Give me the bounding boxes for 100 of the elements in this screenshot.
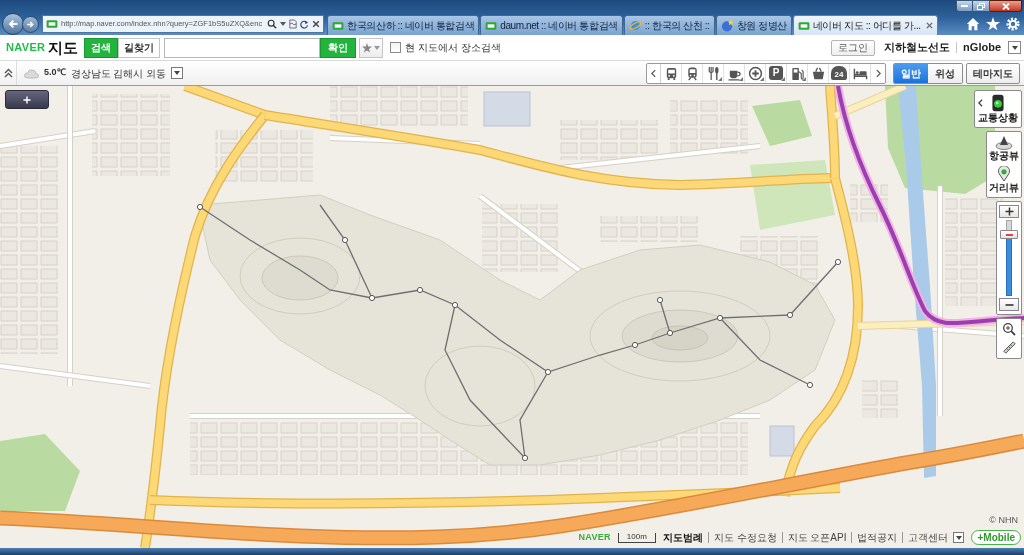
dropdown-button[interactable]: [953, 532, 965, 543]
waypoint-icon: [544, 368, 552, 376]
location-text: 경상남도 김해시 외동: [70, 66, 167, 81]
waypoint-icon: [716, 314, 724, 322]
caret-icon: [280, 22, 287, 26]
chevron-right-icon: [875, 68, 881, 78]
naver-logo: NAVER: [578, 533, 611, 542]
waypoint-icon: [666, 329, 674, 337]
close-tab-icon[interactable]: [925, 22, 933, 29]
slider-thumb[interactable]: [1000, 230, 1018, 240]
rectangle-icon: [485, 20, 498, 31]
planet-icon: [628, 19, 642, 32]
footer-link[interactable]: 지도 수정요청: [707, 532, 777, 543]
traffic-light-icon: [992, 94, 1004, 112]
search-icon[interactable]: [267, 19, 278, 29]
map-pin-icon: [997, 166, 1011, 182]
waypoint-icon: [631, 341, 639, 349]
forward-button[interactable]: [22, 15, 39, 33]
caret-icon: [374, 45, 381, 50]
temperature-text: 5.0℃: [44, 66, 66, 80]
ruler-icon[interactable]: [1001, 340, 1017, 355]
arrow-right-icon: [26, 19, 35, 29]
street-view-button[interactable]: 거리뷰: [987, 164, 1021, 196]
basket-icon: [810, 65, 826, 81]
favorites-button[interactable]: [359, 37, 384, 58]
zoom-slider[interactable]: [1000, 220, 1018, 296]
waypoint-icon: [368, 294, 376, 302]
settings-icon[interactable]: [1006, 17, 1020, 31]
star-icon: [362, 42, 373, 53]
browser-tab[interactable]: 네이버 지도 :: 어디를 가...: [792, 15, 938, 35]
map-type-tab[interactable]: 위성: [928, 63, 962, 83]
aerial-view-button[interactable]: 항공뷰: [987, 133, 1021, 164]
rectangle-icon: [797, 20, 810, 31]
map-type-tab[interactable]: 일반: [894, 63, 928, 83]
caret-icon: [956, 535, 962, 540]
zoom-out-button[interactable]: [999, 298, 1019, 311]
theme-map-button[interactable]: 테마지도: [966, 62, 1020, 84]
search-field[interactable]: [164, 37, 321, 58]
footer-link[interactable]: 고객센터: [902, 532, 949, 543]
parking-button[interactable]: P: [766, 63, 787, 83]
city-block: [862, 378, 900, 418]
zoom-in-button[interactable]: [999, 205, 1019, 218]
restore-icon: [977, 2, 985, 10]
plus-icon: [23, 95, 31, 104]
gas-pump-icon: [789, 65, 805, 81]
waypoint-icon: [806, 381, 814, 389]
browser-tab[interactable]: daum.net :: 네이버 통합검색: [480, 15, 623, 35]
close-icon: [1001, 2, 1010, 10]
footer-link[interactable]: 법적공지: [851, 532, 898, 543]
waypoint-icon: [451, 301, 459, 309]
cross-circle-icon: [747, 65, 763, 81]
header-link[interactable]: 지하철노선도: [884, 39, 951, 56]
stop-icon[interactable]: [312, 20, 321, 28]
waypoint-icon: [656, 296, 664, 304]
back-button[interactable]: [2, 13, 24, 35]
checkbox[interactable]: [390, 42, 402, 53]
chevron-left-icon: [978, 99, 983, 107]
cloud-icon: [23, 67, 40, 79]
checkbox-label: 현 지도에서 장소검색: [405, 41, 501, 55]
double-chevron-up-icon: [3, 68, 13, 78]
caret-icon: [1011, 45, 1018, 50]
browser-tab[interactable]: 창원 정병산: [715, 15, 792, 35]
refresh-icon[interactable]: [300, 19, 310, 29]
waypoint-icon: [196, 203, 204, 211]
scale-bar: 100m: [617, 532, 656, 543]
copyright-text: © NHN: [989, 513, 1018, 527]
dropdown-button[interactable]: [171, 67, 184, 79]
waypoint-icon: [834, 258, 842, 266]
minus-icon: [1004, 303, 1014, 306]
traffic-button[interactable]: 교통상황: [974, 90, 1022, 128]
mode-tab[interactable]: 길찾기: [118, 37, 161, 58]
browser-tab[interactable]: 한국의산하 :: 네이버 통합검색: [327, 15, 480, 35]
rectangle-icon: [46, 19, 58, 29]
waypoint-icon: [521, 454, 529, 462]
pyramid-icon: [995, 135, 1013, 150]
page-icon[interactable]: [289, 19, 298, 29]
header-link[interactable]: nGlobe: [956, 42, 1001, 53]
school-ground: [769, 425, 795, 457]
waypoint-icon: [786, 311, 794, 319]
add-button[interactable]: [5, 90, 49, 109]
plus-icon: [1004, 207, 1014, 216]
minimize-icon: [961, 5, 968, 7]
star-icon[interactable]: [986, 17, 1000, 31]
restore-button[interactable]: [973, 0, 990, 12]
rectangle-icon: [332, 20, 345, 31]
dropdown-button[interactable]: [1008, 41, 1021, 54]
footer-link[interactable]: 지도범례: [662, 532, 703, 543]
mobile-button[interactable]: +Mobile: [971, 530, 1021, 545]
minus-icon: [1005, 233, 1013, 236]
convenience-store-button[interactable]: 24: [829, 63, 850, 83]
chevron-left-icon: [651, 68, 656, 78]
close-button[interactable]: [990, 0, 1022, 12]
footer-link[interactable]: 지도 오픈API: [781, 532, 847, 543]
browser-tab[interactable]: :: 한국의 산천 ::: [623, 15, 715, 35]
arrow-left-icon: [7, 18, 19, 30]
login-button[interactable]: 로그인: [831, 39, 876, 56]
minimize-button[interactable]: [956, 0, 973, 12]
waypoint-icon: [341, 236, 349, 244]
home-icon[interactable]: [966, 17, 980, 31]
zoom-in-icon[interactable]: [1002, 322, 1016, 336]
